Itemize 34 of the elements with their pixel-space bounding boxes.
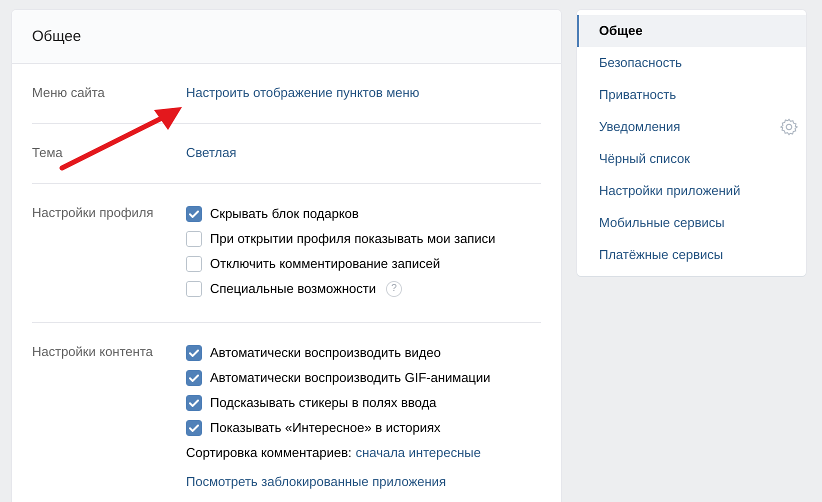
sidebar-item[interactable]: Чёрный список [577,143,806,175]
sidebar-item[interactable]: Платёжные сервисы [577,239,806,271]
sidebar-item[interactable]: Общее [577,15,806,47]
checkbox[interactable] [186,344,202,360]
section-label: Тема [32,144,64,162]
checkbox[interactable] [186,280,202,296]
checkbox-label[interactable]: Отключить комментирование записей [210,254,440,272]
checkbox-label[interactable]: Подсказывать стикеры в полях ввода [210,394,436,412]
sidebar-item[interactable]: Мобильные сервисы [577,207,806,239]
section-label: Меню сайта [32,84,106,102]
section-label: Настройки профиля [32,204,154,222]
setting-link[interactable]: Настроить отображение пунктов меню [186,85,420,100]
sidebar-item[interactable]: Приватность [577,79,806,111]
checkbox-label[interactable]: Скрывать блок подарков [210,204,359,222]
sidebar-item[interactable]: Уведомления [577,111,806,143]
sidebar-item[interactable]: Безопасность [577,47,806,79]
checkbox-label[interactable]: Автоматически воспроизводить видео [210,344,441,362]
checkbox[interactable] [186,394,202,410]
sidebar-item[interactable]: Настройки приложений [577,175,806,207]
checkbox[interactable] [186,230,202,246]
checkbox[interactable] [186,370,202,386]
checkbox[interactable] [186,256,202,272]
blocked-apps-link[interactable]: Посмотреть заблокированные приложения [186,474,446,489]
checkbox-label[interactable]: При открытии профиля показывать мои записи [210,230,496,248]
sort-label: Сортировка комментариев: [186,444,352,462]
checkbox[interactable] [186,206,202,222]
section-label: Настройки контента [32,343,154,361]
sort-link[interactable]: сначала интересные [356,444,481,462]
setting-link[interactable]: Светлая [186,145,236,160]
checkbox[interactable] [186,420,202,436]
checkbox-label[interactable]: Показывать «Интересное» в историях [210,418,441,436]
card-title: Общее [32,28,82,45]
checkbox-label[interactable]: Специальные возможности [210,280,376,298]
checkbox-label[interactable]: Автоматически воспроизводить GIF-анимации [210,368,490,386]
